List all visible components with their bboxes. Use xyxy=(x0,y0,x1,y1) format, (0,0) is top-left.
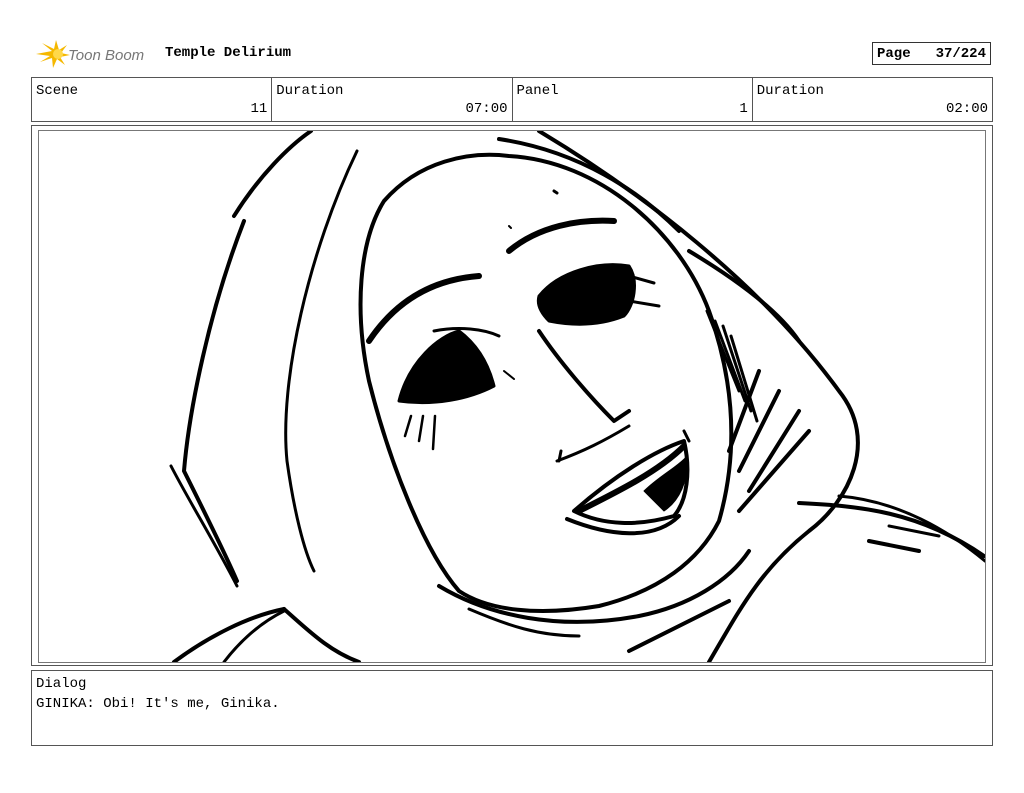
page-label: Page xyxy=(877,45,911,62)
scene-label: Scene xyxy=(36,83,79,99)
dialog-box: Dialog GINIKA: Obi! It's me, Ginika. xyxy=(31,670,993,746)
logo-wordmark: Toon Boom xyxy=(68,47,144,64)
page-indicator: Page 37/224 xyxy=(872,42,991,65)
project-title: Temple Delirium xyxy=(165,45,292,61)
toon-boom-logo: Toon Boom xyxy=(34,38,156,70)
scene-cell: Scene 11 xyxy=(32,78,273,121)
panel-duration-cell: Duration 02:00 xyxy=(753,78,992,121)
scene-duration-value: 07:00 xyxy=(465,101,508,117)
panel-duration-value: 02:00 xyxy=(945,101,988,117)
storyboard-panel xyxy=(38,130,986,663)
scene-duration-cell: Duration 07:00 xyxy=(272,78,513,121)
panel-cell: Panel 1 xyxy=(513,78,753,121)
dialog-text: GINIKA: Obi! It's me, Ginika. xyxy=(36,696,280,712)
scene-info-row: Scene 11 Duration 07:00 Panel 1 Duration… xyxy=(31,77,993,122)
panel-value: 1 xyxy=(739,101,748,117)
scene-value: 11 xyxy=(250,101,268,117)
panel-label: Panel xyxy=(516,83,559,99)
dialog-label: Dialog xyxy=(36,676,87,692)
panel-duration-label: Duration xyxy=(756,83,824,99)
storyboard-sketch xyxy=(169,131,985,662)
toon-boom-starburst-icon xyxy=(36,40,70,68)
scene-duration-label: Duration xyxy=(276,83,344,99)
page-number: 37/224 xyxy=(935,45,986,62)
